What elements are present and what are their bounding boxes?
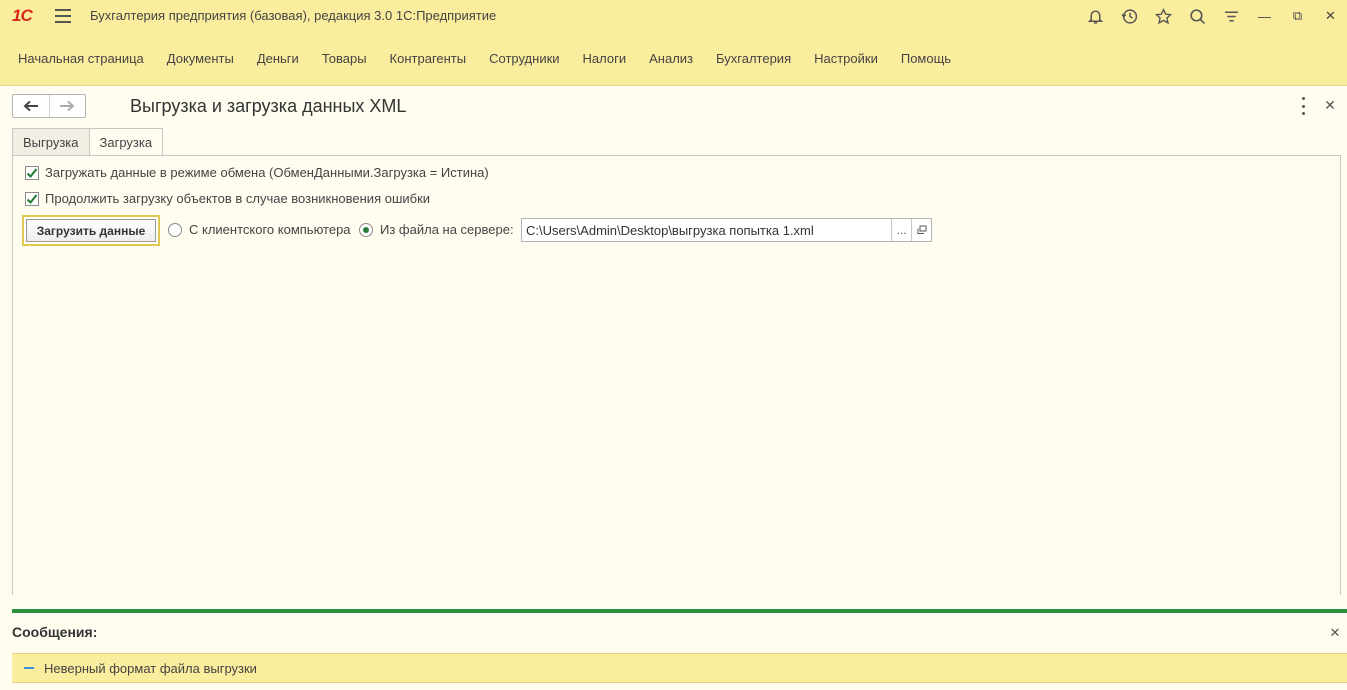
radio-circle [168, 222, 182, 237]
exchange-mode-checkbox[interactable]: Загружать данные в режиме обмена (ОбменД… [25, 165, 489, 180]
tab-import[interactable]: Загрузка [89, 128, 164, 156]
star-icon[interactable] [1146, 0, 1180, 32]
checkbox-label: Продолжить загрузку объектов в случае во… [45, 191, 431, 206]
menu-lines-icon[interactable] [1214, 0, 1248, 32]
section-analysis[interactable]: Анализ [649, 51, 693, 66]
checkmark-icon [26, 167, 38, 178]
app-title: Бухгалтерия предприятия (базовая), редак… [90, 8, 497, 23]
load-data-button[interactable]: Загрузить данные [22, 215, 160, 246]
checkbox-label: Загружать данные в режиме обмена (ОбменД… [45, 165, 489, 180]
checkbox-box [25, 165, 39, 180]
select-file-button[interactable]: ... [891, 219, 911, 241]
section-employees[interactable]: Сотрудники [489, 51, 559, 66]
minimize-button[interactable]: — [1248, 0, 1281, 32]
message-item[interactable]: Неверный формат файла выгрузки [12, 653, 1347, 683]
main-menu-icon[interactable] [55, 9, 71, 23]
1c-logo: 1С [12, 6, 44, 26]
close-window-button[interactable]: ✕ [1314, 0, 1347, 32]
form-tabs: Выгрузка Загрузка [12, 128, 164, 156]
import-panel: Загружать данные в режиме обмена (ОбменД… [12, 155, 1341, 595]
section-settings[interactable]: Настройки [814, 51, 878, 66]
message-dash-icon [24, 667, 34, 669]
forward-button[interactable] [48, 95, 86, 117]
messages-close-button[interactable]: ✕ [1327, 625, 1343, 641]
section-accounting[interactable]: Бухгалтерия [716, 51, 791, 66]
back-button[interactable] [13, 95, 49, 117]
bell-icon[interactable] [1078, 0, 1112, 32]
title-bar: 1С Бухгалтерия предприятия (базовая), ре… [0, 0, 1347, 32]
section-help[interactable]: Помощь [901, 51, 951, 66]
messages-title: Сообщения: [12, 624, 98, 640]
load-data-button-label: Загрузить данные [26, 219, 156, 242]
logo-text: 1С [12, 6, 33, 25]
history-icon[interactable] [1112, 0, 1146, 32]
section-taxes[interactable]: Налоги [583, 51, 627, 66]
section-counterparties[interactable]: Контрагенты [390, 51, 467, 66]
section-home[interactable]: Начальная страница [18, 51, 144, 66]
section-documents[interactable]: Документы [167, 51, 234, 66]
form-close-button[interactable]: ✕ [1321, 96, 1339, 114]
radio-circle [359, 222, 373, 237]
server-file-path-input[interactable] [522, 219, 891, 241]
radio-client-computer[interactable]: С клиентского компьютера [168, 222, 351, 237]
continue-on-error-checkbox[interactable]: Продолжить загрузку объектов в случае во… [25, 191, 430, 206]
radio-server-file[interactable]: Из файла на сервере: [359, 222, 514, 237]
messages-divider [12, 609, 1347, 613]
titlebar-icons: — ⧉ ✕ [1078, 0, 1347, 32]
history-navigation [12, 94, 86, 118]
tab-export[interactable]: Выгрузка [12, 128, 90, 156]
section-money[interactable]: Деньги [257, 51, 299, 66]
arrow-right-icon [60, 100, 75, 112]
checkmark-icon [26, 193, 38, 204]
search-icon[interactable] [1180, 0, 1214, 32]
more-actions-icon[interactable] [1295, 97, 1311, 115]
sections-panel: Начальная страница Документы Деньги Това… [0, 32, 1347, 86]
message-text: Неверный формат файла выгрузки [44, 660, 257, 676]
checkbox-box [25, 191, 39, 206]
arrow-left-icon [23, 100, 38, 112]
restore-button[interactable]: ⧉ [1281, 0, 1314, 32]
server-file-path-field: ... [521, 218, 932, 242]
section-goods[interactable]: Товары [322, 51, 367, 66]
radio-label: Из файла на сервере: [380, 222, 514, 237]
radio-label: С клиентского компьютера [189, 222, 351, 237]
open-window-icon[interactable] [911, 219, 931, 241]
form-title: Выгрузка и загрузка данных XML [130, 96, 407, 116]
